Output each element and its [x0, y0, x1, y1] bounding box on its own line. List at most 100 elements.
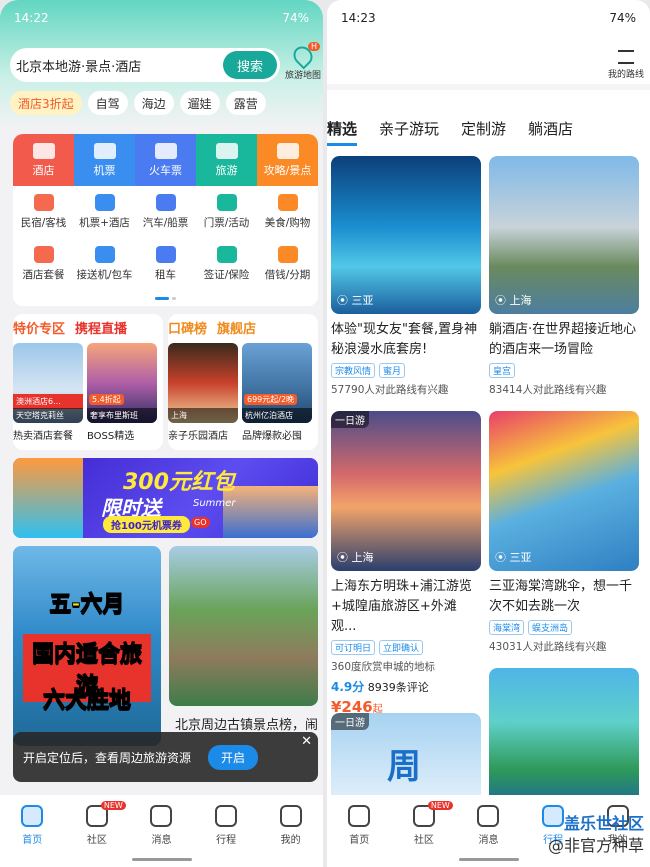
promo-card-deals[interactable]: 特价专区 携程直播 澳洲酒店6... 天空塔克莉丝 5.4折起 奢享布里斯班 热…: [13, 314, 163, 450]
rental-car-icon: [155, 246, 176, 263]
tab-hotel-stay[interactable]: 躺酒店: [528, 118, 573, 146]
promo-title-ranking: 口碑榜: [168, 322, 208, 337]
chip-camping[interactable]: 露营: [225, 91, 266, 115]
route-card[interactable]: 一日游 ⦿ 上海 上海东方明珠+浦江游览+城隍庙旅游区+外滩观... 可订明日立…: [331, 411, 481, 716]
my-routes-label: 我的路线: [607, 70, 644, 80]
route-card[interactable]: [489, 668, 639, 803]
service-book[interactable]: 攻略/景点: [257, 134, 318, 186]
feed-card-towns-image[interactable]: [169, 546, 318, 706]
diamond-icon: [279, 805, 302, 827]
service-house[interactable]: 民宿/客栈: [13, 186, 74, 238]
tab-label: 消息: [478, 835, 499, 846]
service-label: 民宿/客栈: [20, 217, 67, 229]
chip-hotel-discount[interactable]: 酒店3折起: [10, 91, 82, 115]
service-shield[interactable]: 签证/保险: [196, 238, 257, 290]
route-image: [489, 668, 639, 803]
route-image: 一日游 周: [331, 713, 481, 803]
travel-map-button[interactable]: H 旅游地图: [284, 42, 322, 81]
tab-label: 消息: [151, 835, 172, 846]
service-ticket[interactable]: 门票/活动: [196, 186, 257, 238]
route-glyph: 周: [387, 747, 421, 787]
promo-card-ranking[interactable]: 口碑榜 旗舰店 上海 699元起/2晚 杭州亿泊酒店 亲子乐园酒店 品牌爆款必囤: [168, 314, 318, 450]
tab-custom[interactable]: 定制游: [461, 118, 506, 146]
system-nav-bar: [327, 858, 650, 861]
package-icon: [33, 246, 54, 263]
feed-card-towns-caption[interactable]: 北京周边古镇景点榜，闹: [175, 714, 320, 733]
service-row-2: 酒店套餐 接送机/包车 租车 签证/保险 借钱/分期: [13, 238, 318, 290]
promo-label: 品牌爆款必囤: [242, 431, 302, 442]
hotel-icon: [32, 142, 55, 159]
service-hotel[interactable]: 酒店: [13, 134, 74, 186]
red-packet-banner[interactable]: 300元红包 限时送 Summer 抢100元机票券 GO: [13, 458, 318, 538]
route-location: ⦿ 三亚: [337, 294, 374, 307]
plane-icon: [93, 142, 116, 159]
service-money-bag[interactable]: 借钱/分期: [257, 238, 318, 290]
service-bag[interactable]: 美食/购物: [257, 186, 318, 238]
palm-icon: [215, 142, 238, 159]
banner-opera-image: [223, 486, 318, 538]
banner-coupon: 抢100元机票券: [103, 516, 190, 533]
route-tag: 立即确认: [379, 640, 424, 655]
service-label: 汽车/船票: [142, 217, 189, 229]
service-label: 酒店套餐: [22, 269, 65, 281]
promo-title-flagship: 旗舰店: [217, 322, 257, 337]
feed-card-destinations[interactable]: 五-六月 国内适合旅游 六大胜地: [13, 546, 161, 746]
money-bag-icon: [277, 246, 298, 263]
route-title: 三亚海棠湾跳伞，想一千次不如去跳一次: [489, 579, 633, 614]
chip-kids[interactable]: 遛娃: [179, 91, 220, 115]
service-plane-hotel[interactable]: 机票+酒店: [74, 186, 135, 238]
message-icon: [150, 805, 173, 827]
search-button[interactable]: 搜索: [223, 51, 277, 79]
promo-image[interactable]: 699元起/2晚 杭州亿泊酒店: [242, 343, 312, 423]
status-bar: 14:22 74%: [0, 0, 323, 36]
route-tag: 海棠湾: [489, 620, 525, 635]
route-card[interactable]: ⦿ 三亚 体验"现女友"套餐,置身神秘浪漫水底套房! 宗教风情 蜜月 57790人…: [331, 156, 481, 397]
service-palm[interactable]: 旅游: [196, 134, 257, 186]
route-location: ⦿ 上海: [495, 294, 532, 307]
promo-image[interactable]: 5.4折起 奢享布里斯班: [87, 343, 157, 423]
service-train[interactable]: 火车票: [135, 134, 196, 186]
category-tabs: 精选 亲子游玩 定制游 躺酒店: [327, 118, 573, 146]
tab-family[interactable]: 亲子游玩: [379, 118, 439, 146]
service-label: 门票/活动: [203, 217, 250, 229]
promo-caption: 上海: [168, 408, 238, 423]
promo-title-live: 携程直播: [75, 322, 128, 337]
route-ribbon: 一日游: [331, 713, 369, 730]
banner-summer: Summer: [193, 498, 236, 509]
service-label: 美食/购物: [264, 217, 311, 229]
route-card[interactable]: ⦿ 上海 躺酒店·在世界超接近地心的酒店来一场冒险 皇宫 83414人对此路线有…: [489, 156, 639, 397]
service-package[interactable]: 酒店套餐: [13, 238, 74, 290]
route-card[interactable]: 一日游 周: [331, 713, 481, 803]
service-label: 借钱/分期: [264, 269, 311, 281]
promo-caption: 杭州亿泊酒店: [242, 408, 312, 423]
tab-featured[interactable]: 精选: [327, 118, 358, 146]
right-screen: 14:23 74% 我的路线 精选 亲子游玩 定制游 躺酒店 ⦿ 三亚 体验"现…: [327, 0, 650, 867]
service-rental-car[interactable]: 租车: [135, 238, 196, 290]
promo-tag: 5.4折起: [89, 394, 124, 405]
banner-go: GO: [191, 517, 210, 528]
search-bar[interactable]: 北京本地游·景点·酒店 搜索: [10, 48, 280, 82]
service-car[interactable]: 接送机/包车: [74, 238, 135, 290]
tab-label: 首页: [349, 835, 370, 846]
my-routes-button[interactable]: 我的路线: [608, 50, 644, 80]
service-bus[interactable]: 汽车/船票: [135, 186, 196, 238]
route-card[interactable]: ⦿ 三亚 三亚海棠湾跳伞，想一千次不如去跳一次 海棠湾 蜈支洲岛 43031人对此…: [489, 411, 639, 654]
quick-chips: 酒店3折起 自驾 海边 遛娃 露营: [10, 91, 266, 115]
enable-location-button[interactable]: 开启: [208, 745, 258, 770]
promo-image[interactable]: 澳洲酒店6... 天空塔克莉丝: [13, 343, 83, 423]
chip-self-drive[interactable]: 自驾: [87, 91, 128, 115]
chip-seaside[interactable]: 海边: [133, 91, 174, 115]
route-interest: 83414人对此路线有兴趣: [489, 384, 607, 396]
promo-caption: 澳洲酒店6...: [13, 394, 83, 409]
service-row-1: 民宿/客栈 机票+酒店 汽车/船票 门票/活动 美食/购物: [13, 186, 318, 238]
service-label: 攻略/景点: [263, 163, 312, 177]
close-icon[interactable]: ✕: [301, 734, 312, 749]
service-label: 火车票: [149, 163, 182, 177]
service-label: 租车: [155, 269, 176, 281]
house-icon: [33, 194, 54, 211]
promo-image[interactable]: 上海: [168, 343, 238, 423]
service-plane[interactable]: 机票: [74, 134, 135, 186]
location-prompt: 开启定位后，查看周边旅游资源 开启 ✕: [13, 732, 318, 782]
plane-hotel-icon: [94, 194, 115, 211]
new-badge: NEW: [427, 801, 453, 810]
